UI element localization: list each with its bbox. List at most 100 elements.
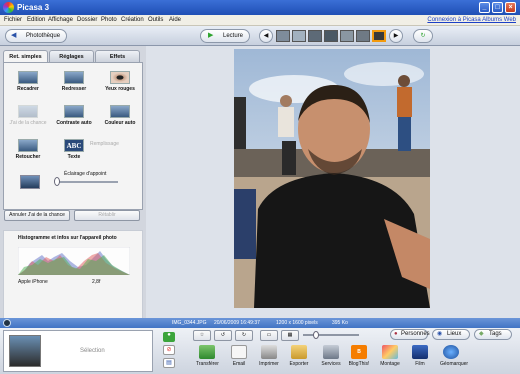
rotate-right-button[interactable]: ↻ [235, 330, 253, 341]
fill-light-label: Éclairage d'appoint [64, 171, 107, 177]
redo-button[interactable]: Rétablir [74, 210, 140, 221]
clear-selection-button[interactable]: ⊘ [163, 345, 175, 355]
file-size: 395 Ko [332, 320, 348, 326]
selection-label: Sélection [80, 348, 105, 354]
menu-photo[interactable]: Photo [101, 17, 117, 23]
export-button[interactable]: Exporter [288, 345, 310, 367]
text-tool[interactable]: ABC Texte [53, 139, 95, 160]
crop-tool[interactable]: Recadrer [7, 71, 49, 92]
services-button[interactable]: Services [320, 345, 342, 367]
close-button[interactable]: × [505, 2, 516, 13]
thumbnail[interactable] [324, 30, 338, 42]
menu-fichier[interactable]: Fichier [4, 17, 22, 23]
auto-contrast-tool[interactable]: Contraste auto [53, 105, 95, 126]
play-icon: ▶ [208, 32, 214, 39]
fill-light-slider[interactable] [56, 181, 118, 183]
main-photo[interactable] [234, 49, 430, 308]
blogthis-button[interactable]: B BlogThis! [348, 345, 370, 367]
maximize-button[interactable]: □ [492, 2, 503, 13]
photo-tray: Sélection ● ⊘ ▤ ☆ ↺ ↻ ▭ ▦ ● Personnes ◉ Li… [0, 328, 520, 374]
fill-light-checkbox-label[interactable]: Remplissage [90, 141, 140, 147]
collage-button[interactable]: Montage [379, 345, 401, 367]
envelope-icon [231, 345, 247, 359]
zoom-slider-handle[interactable] [313, 331, 319, 339]
contrast-icon [64, 105, 84, 118]
tools-panel: Recadrer Redresser Yeux rouges J'ai de l… [3, 62, 143, 210]
clear-icon: ⊘ [166, 347, 172, 353]
camera-model: Apple iPhone [18, 279, 48, 285]
info-toggle-icon[interactable] [3, 319, 11, 327]
geotag-button[interactable]: Géomarquer [440, 345, 468, 367]
picasa-web-login-link[interactable]: Connexion à Picasa Albums Web [427, 17, 516, 23]
lucky-icon [18, 105, 38, 118]
menu-affichage[interactable]: Affichage [48, 17, 73, 23]
histogram-chart [18, 247, 130, 275]
thumbnail[interactable] [356, 30, 370, 42]
straighten-tool[interactable]: Redresser [53, 71, 95, 92]
library-label: Photothèque [26, 33, 61, 39]
add-to-album-button[interactable]: ▤ [163, 358, 175, 368]
people-button[interactable]: ● Personnes [390, 329, 430, 340]
email-button[interactable]: Email [228, 345, 250, 367]
back-arrow-icon: ◀ [11, 32, 17, 39]
rotate-left-button[interactable]: ↺ [214, 330, 232, 341]
eye-icon [110, 71, 130, 84]
photo-viewer [146, 46, 520, 318]
photo-date: 20/06/2009 16:49:37 [214, 320, 260, 326]
pin-icon: ● [167, 332, 171, 338]
single-view-button[interactable]: ▭ [260, 330, 278, 341]
current-thumbnail[interactable] [372, 30, 386, 42]
play-label: Lecture [223, 33, 244, 39]
retouch-tool[interactable]: Retoucher [7, 139, 49, 160]
grid-view-button[interactable]: ▦ [281, 330, 299, 341]
print-button[interactable]: Imprimer [258, 345, 280, 367]
undo-lucky-button[interactable]: Annuler J'ai de la chance [4, 210, 70, 221]
menu-creation[interactable]: Création [121, 17, 144, 23]
folder-export-icon [291, 345, 307, 359]
printer-icon [261, 345, 277, 359]
play-button[interactable]: ▶ Lecture [200, 29, 250, 43]
rotate-icon: ↻ [420, 33, 426, 39]
menu-edition[interactable]: Edition [27, 17, 45, 23]
upload-icon [199, 345, 215, 359]
single-view-icon: ▭ [266, 332, 272, 338]
auto-color-tool[interactable]: Couleur auto [99, 105, 141, 126]
file-name: IMG_0344.JPG [172, 320, 207, 326]
hold-selection-button[interactable]: ● [163, 332, 175, 342]
color-icon [110, 105, 130, 118]
fill-light-icon [20, 175, 40, 189]
collage-icon [382, 345, 398, 359]
zoom-slider[interactable] [303, 334, 359, 336]
upload-button[interactable]: Transférer [196, 345, 219, 367]
previous-photo-button[interactable]: ◀ [259, 29, 273, 43]
grid-view-icon: ▦ [287, 332, 293, 338]
crop-icon [18, 71, 38, 84]
menu-dossier[interactable]: Dossier [77, 17, 97, 23]
fill-light-slider-handle[interactable] [54, 177, 60, 186]
movie-button[interactable]: Film [409, 345, 431, 367]
places-button[interactable]: ◉ Lieux [432, 329, 470, 340]
minimize-button[interactable]: _ [479, 2, 490, 13]
menu-outils[interactable]: Outils [148, 17, 163, 23]
thumbnail[interactable] [308, 30, 322, 42]
earth-icon [443, 345, 459, 359]
thumbnail[interactable] [292, 30, 306, 42]
star-icon: ☆ [199, 332, 205, 338]
tags-button[interactable]: ◆ Tags [474, 329, 512, 340]
next-photo-button[interactable]: ▶ [389, 29, 403, 43]
album-icon: ▤ [166, 360, 172, 366]
rotate-tool-button[interactable]: ↻ [413, 29, 433, 43]
blogger-icon: B [351, 345, 367, 359]
star-button[interactable]: ☆ [193, 330, 211, 341]
globe-icon: ◉ [437, 331, 443, 337]
red-eye-tool[interactable]: Yeux rouges [99, 71, 141, 92]
window-title: Picasa 3 [17, 3, 50, 12]
thumbnail[interactable] [276, 30, 290, 42]
im-feeling-lucky-tool[interactable]: J'ai de la chance [7, 105, 49, 126]
library-button[interactable]: ◀ Photothèque [5, 29, 67, 43]
menu-aide[interactable]: Aide [169, 17, 181, 23]
thumbnail[interactable] [340, 30, 354, 42]
film-icon [412, 345, 428, 359]
histogram-title: Histogramme et infos sur l'appareil phot… [18, 235, 117, 241]
selected-photo-thumbnail[interactable] [9, 335, 41, 367]
